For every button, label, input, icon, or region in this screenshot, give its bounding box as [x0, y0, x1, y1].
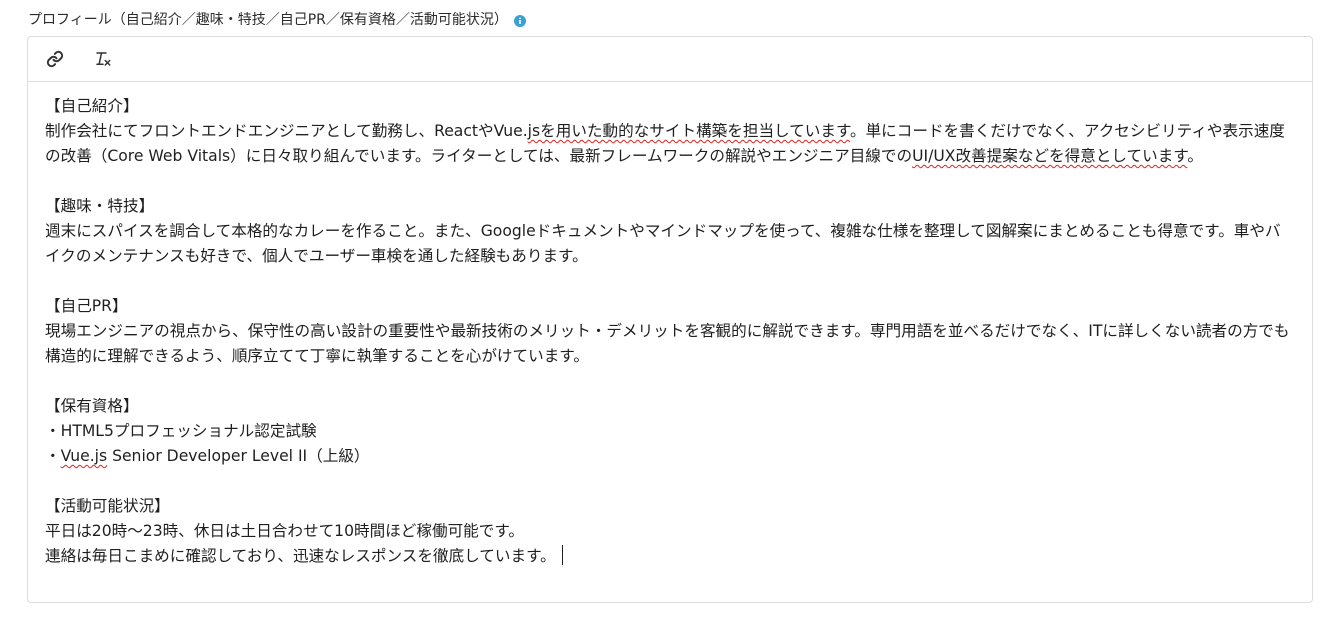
intro-heading: 【自己紹介】 — [45, 97, 139, 115]
cert-item-1: ・HTML5プロフェッショナル認定試験 — [45, 422, 317, 440]
insert-link-button[interactable] — [40, 44, 70, 74]
text-caret — [561, 545, 563, 565]
hobby-heading: 【趣味・特技】 — [45, 197, 155, 215]
pr-paragraph: 現場エンジニアの視点から、保守性の高い設計の重要性や最新技術のメリット・デメリッ… — [45, 322, 1290, 365]
field-label: プロフィール（自己紹介／趣味・特技／自己PR／保有資格／活動可能状況） — [28, 12, 508, 28]
info-icon[interactable] — [513, 14, 526, 27]
cert-heading: 【保有資格】 — [45, 397, 139, 415]
clear-format-icon — [94, 50, 112, 68]
intro-paragraph: 制作会社にてフロントエンドエンジニアとして勤務し、ReactやVue.jsを用い… — [45, 122, 1285, 165]
cert-item-2: ・Vue.js Senior Developer Level II（上級） — [45, 447, 370, 465]
clear-format-button[interactable] — [88, 44, 118, 74]
hobby-paragraph: 週末にスパイスを調合して本格的なカレーを作ること。また、Googleドキュメント… — [45, 222, 1281, 265]
link-icon — [46, 50, 64, 68]
editor-content[interactable]: 【自己紹介】 制作会社にてフロントエンドエンジニアとして勤務し、ReactやVu… — [28, 82, 1312, 569]
rich-text-editor[interactable]: 【自己紹介】 制作会社にてフロントエンドエンジニアとして勤務し、ReactやVu… — [27, 36, 1313, 603]
availability-line-1: 平日は20時～23時、休日は土日合わせて10時間ほど稼働可能です。 — [45, 522, 524, 540]
availability-line-2: 連絡は毎日こまめに確認しており、迅速なレスポンスを徹底しています。 — [45, 544, 1295, 569]
field-label-row: プロフィール（自己紹介／趣味・特技／自己PR／保有資格／活動可能状況） — [28, 8, 526, 30]
availability-heading: 【活動可能状況】 — [45, 497, 170, 515]
pr-heading: 【自己PR】 — [45, 297, 128, 315]
editor-toolbar — [28, 37, 1312, 82]
